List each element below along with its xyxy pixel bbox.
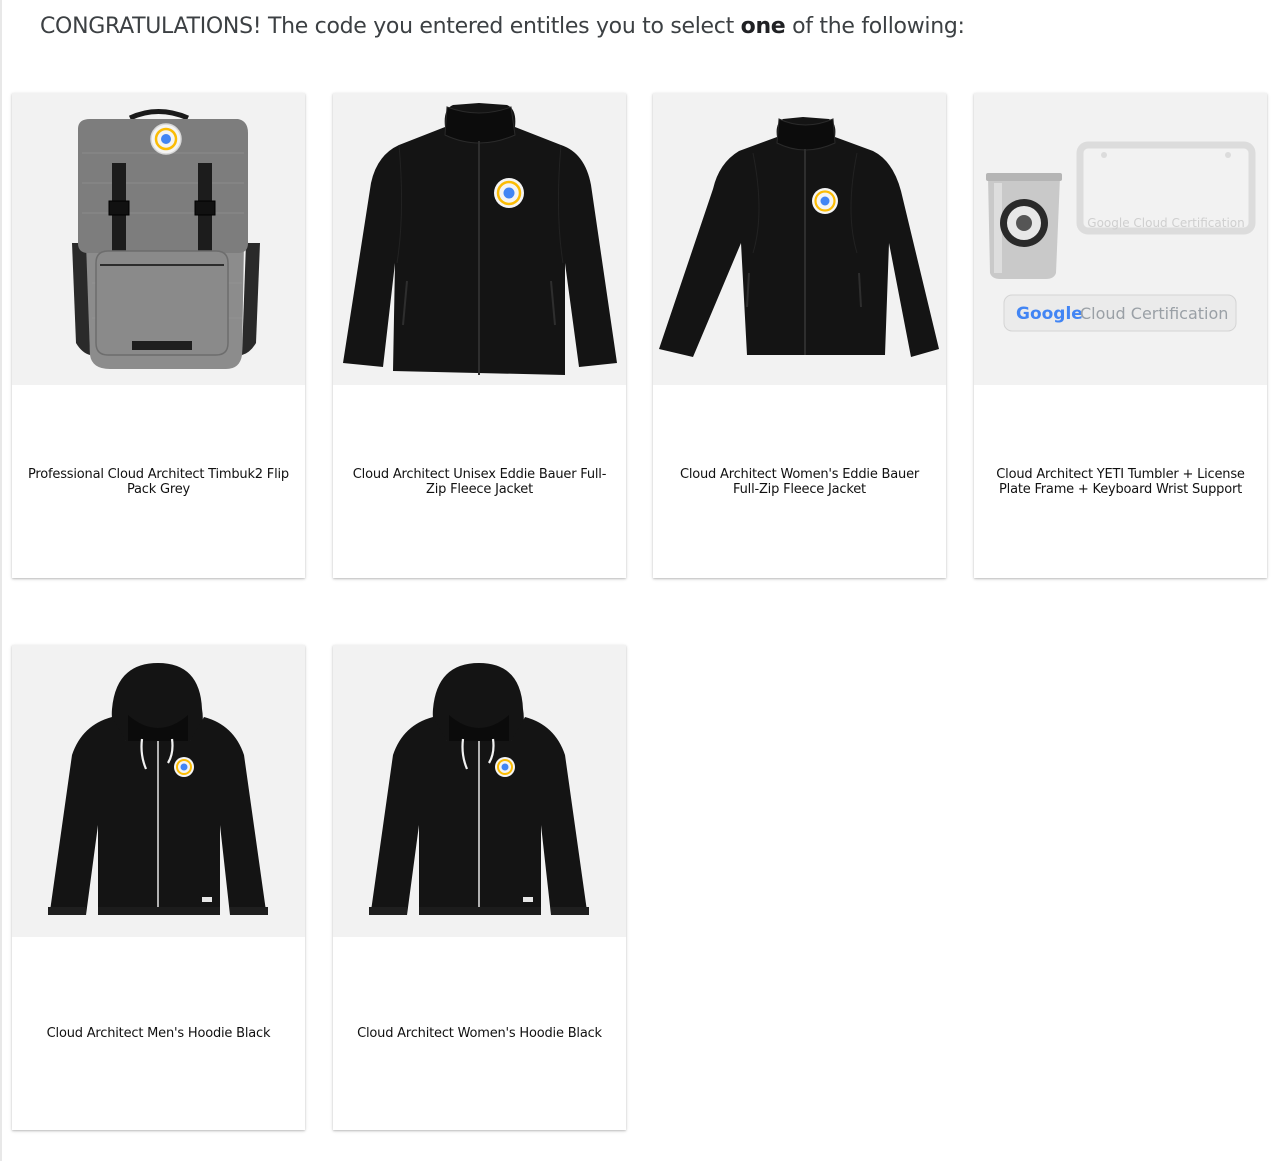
hoodie-image <box>333 645 626 937</box>
bundle-image: Google Cloud Certification Google Cloud … <box>974 93 1267 385</box>
heading-suffix: of the following: <box>785 14 965 39</box>
product-label: Cloud Architect Women's Eddie Bauer Full… <box>679 466 920 497</box>
product-card-bundle[interactable]: Google Cloud Certification Google Cloud … <box>974 93 1267 578</box>
product-card-mens-hoodie[interactable]: Cloud Architect Men's Hoodie Black <box>12 645 305 1130</box>
heading-emphasis: one <box>740 14 786 39</box>
jacket-image <box>653 93 946 385</box>
wrist-support-text: Cloud Certification <box>1080 304 1228 323</box>
hoodie-image <box>12 645 305 937</box>
product-label: Cloud Architect Women's Hoodie Black <box>357 1026 602 1041</box>
product-label: Professional Cloud Architect Timbuk2 Fli… <box>28 466 289 497</box>
product-card-womens-hoodie[interactable]: Cloud Architect Women's Hoodie Black <box>333 645 626 1130</box>
product-card-backpack[interactable]: Professional Cloud Architect Timbuk2 Fli… <box>12 93 305 578</box>
page-heading: CONGRATULATIONS! The code you entered en… <box>40 10 965 44</box>
product-card-unisex-jacket[interactable]: Cloud Architect Unisex Eddie Bauer Full-… <box>333 93 626 578</box>
jacket-image <box>333 93 626 385</box>
product-label: Cloud Architect YETI Tumbler + License P… <box>996 466 1245 497</box>
product-card-womens-jacket[interactable]: Cloud Architect Women's Eddie Bauer Full… <box>653 93 946 578</box>
wrist-brand-text: Google <box>1016 304 1083 324</box>
plate-frame-text: Google Cloud Certification <box>1087 216 1244 230</box>
heading-text: CONGRATULATIONS! The code you entered en… <box>40 14 741 39</box>
backpack-image <box>12 93 305 385</box>
product-label: Cloud Architect Men's Hoodie Black <box>46 1026 271 1041</box>
product-label: Cloud Architect Unisex Eddie Bauer Full-… <box>352 466 607 497</box>
